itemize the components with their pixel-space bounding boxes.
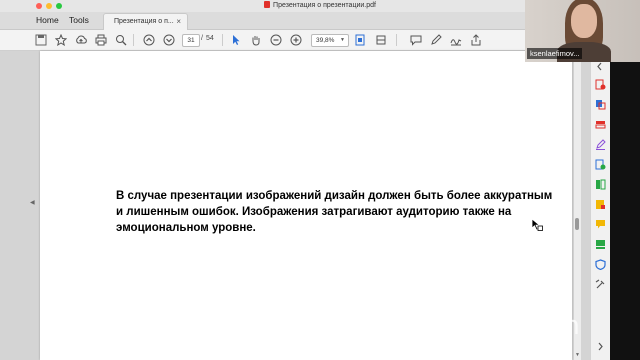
zoom-out-icon[interactable] — [269, 33, 283, 47]
tab-document-label: Презентация о п... — [114, 18, 174, 25]
zoom-level-value: 39,8% — [316, 37, 335, 44]
pen-icon[interactable] — [429, 33, 443, 47]
export-pdf-icon[interactable] — [595, 77, 606, 90]
organize-pages-icon[interactable] — [595, 157, 606, 170]
zoom-level-select[interactable]: 39,8% ▼ — [311, 34, 349, 47]
sign-icon[interactable] — [449, 33, 463, 47]
participant-video[interactable]: ksenlaefimov... — [525, 0, 640, 62]
toolbar-divider — [222, 34, 223, 46]
page-text: В случае презентации изображений дизайн … — [116, 190, 553, 234]
page-down-icon[interactable] — [162, 33, 176, 47]
window-title-text: Презентация о презентации.pdf — [273, 2, 376, 9]
prev-page-arrow-icon[interactable]: ◀ — [30, 199, 35, 206]
scroll-down-icon[interactable]: ▼ — [575, 352, 580, 358]
comment-icon[interactable] — [409, 33, 423, 47]
zoom-in-icon[interactable] — [289, 33, 303, 47]
mouse-cursor-icon — [531, 218, 543, 231]
participant-name: ksenlaefimov... — [527, 48, 583, 59]
toolbar-divider — [133, 34, 134, 46]
protect-icon[interactable] — [595, 257, 606, 271]
compress-icon[interactable] — [595, 197, 606, 209]
scrollbar-thumb[interactable] — [575, 218, 579, 230]
expand-panel-icon[interactable] — [595, 339, 606, 351]
edit-pdf-icon[interactable] — [595, 117, 606, 129]
right-tools-panel — [590, 51, 611, 360]
pdf-file-icon — [264, 1, 271, 8]
page-total: 54 — [206, 35, 214, 42]
document-canvas[interactable]: ◀ В случае презентации изображений дизай… — [0, 51, 590, 360]
upload-icon[interactable] — [74, 33, 88, 47]
share-icon[interactable] — [469, 33, 483, 47]
tab-tools[interactable]: Tools — [69, 15, 89, 25]
toolbar-divider — [396, 34, 397, 46]
combine-files-icon[interactable] — [595, 177, 606, 190]
pdf-page: В случае презентации изображений дизайн … — [40, 51, 572, 360]
page-separator: / — [201, 35, 203, 42]
create-pdf-icon[interactable] — [595, 97, 606, 110]
participant-face — [571, 4, 597, 38]
scroll-mode-icon[interactable] — [374, 33, 388, 47]
fill-sign-icon[interactable] — [595, 137, 606, 150]
zoom-search-icon[interactable] — [114, 33, 128, 47]
zoom-watermark: zoom — [512, 311, 580, 341]
comment-panel-icon[interactable] — [595, 217, 606, 229]
fit-page-icon[interactable] — [353, 33, 367, 47]
save-icon[interactable] — [34, 33, 48, 47]
tab-home[interactable]: Home — [36, 15, 59, 25]
hand-icon[interactable] — [249, 33, 263, 47]
stamp-icon[interactable] — [595, 237, 606, 249]
toolbar: 31 / 54 39,8% ▼ — [0, 30, 590, 51]
chevron-down-icon: ▼ — [340, 37, 345, 43]
tab-close-icon[interactable]: × — [176, 17, 181, 26]
page-number-input[interactable]: 31 — [182, 34, 200, 47]
more-tools-icon[interactable] — [595, 277, 606, 289]
print-icon[interactable] — [94, 33, 108, 47]
tab-document[interactable]: Презентация о п... × — [103, 13, 188, 30]
page-up-icon[interactable] — [142, 33, 156, 47]
select-cursor-icon[interactable] — [229, 33, 243, 47]
star-icon[interactable] — [54, 33, 68, 47]
